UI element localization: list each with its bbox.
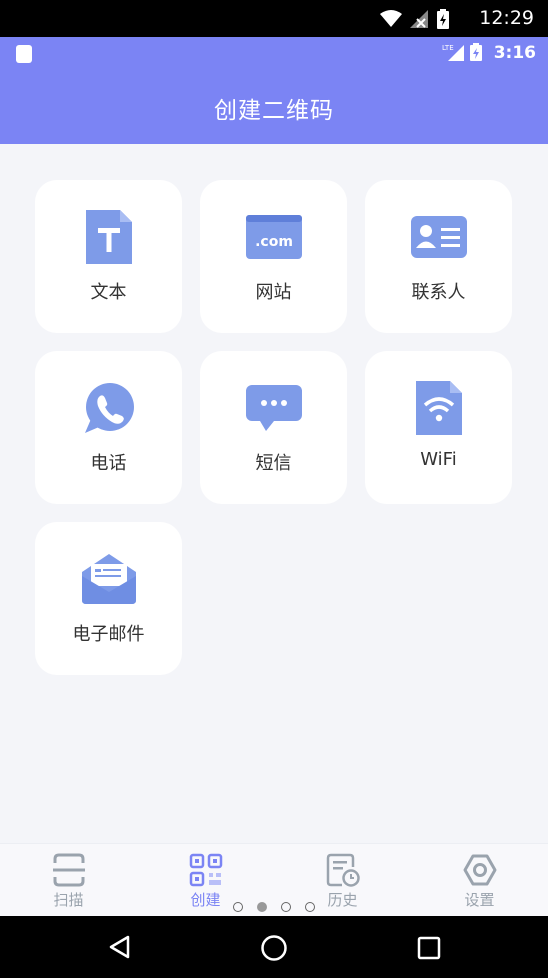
card-label: 联系人: [411, 282, 466, 303]
inner-clock: 3:16: [493, 43, 536, 63]
system-navigation-bar: [0, 902, 548, 978]
sms-bubble-icon: [245, 385, 302, 431]
page-indicator: [0, 902, 548, 912]
app-header: LTE 3:16 创建二维码: [0, 37, 548, 144]
home-icon[interactable]: [260, 934, 288, 962]
system-status-icons: [380, 9, 450, 29]
wifi-signal-icon: [380, 10, 402, 27]
history-icon: [326, 853, 360, 887]
page-dot: [233, 902, 243, 912]
card-contact[interactable]: 联系人: [365, 180, 512, 333]
svg-text:.com: .com: [255, 234, 293, 250]
card-email[interactable]: 电子邮件: [35, 522, 182, 675]
svg-text:LTE: LTE: [442, 44, 454, 52]
wifi-file-icon: [411, 381, 467, 435]
card-text[interactable]: 文本: [35, 180, 182, 333]
card-label: 网站: [255, 282, 292, 303]
website-com-icon: .com: [245, 214, 302, 260]
battery-charging-icon: [470, 43, 482, 61]
text-document-icon: [81, 210, 137, 264]
contact-card-icon: [410, 214, 467, 260]
card-label: 电子邮件: [72, 624, 145, 645]
card-wifi[interactable]: WiFi: [365, 351, 512, 504]
page-dot: [305, 902, 315, 912]
recents-icon[interactable]: [417, 936, 441, 960]
page-dot-active: [257, 902, 267, 912]
phone-icon: [81, 383, 137, 433]
inner-status-icons: LTE: [442, 43, 482, 61]
system-status-bar: 12:29: [0, 0, 548, 37]
scan-icon: [52, 853, 85, 887]
email-envelope-icon: [81, 554, 137, 604]
card-label: 文本: [90, 282, 127, 303]
card-label: 电话: [90, 453, 127, 474]
card-website[interactable]: .com 网站: [200, 180, 347, 333]
page-dot: [281, 902, 291, 912]
settings-icon: [463, 854, 496, 886]
card-label: WiFi: [420, 449, 457, 470]
page-title: 创建二维码: [214, 98, 334, 124]
card-sms[interactable]: 短信: [200, 351, 347, 504]
card-label: 短信: [255, 453, 292, 474]
system-clock: 12:29: [479, 7, 534, 29]
inner-status-bar: LTE 3:16: [0, 37, 548, 69]
lte-signal-icon: LTE: [442, 44, 464, 61]
sd-card-icon: [16, 45, 32, 63]
card-phone[interactable]: 电话: [35, 351, 182, 504]
back-icon[interactable]: [108, 935, 132, 959]
battery-charging-icon: [437, 9, 449, 29]
qr-code-icon: [189, 853, 222, 887]
no-signal-icon: [410, 10, 428, 28]
